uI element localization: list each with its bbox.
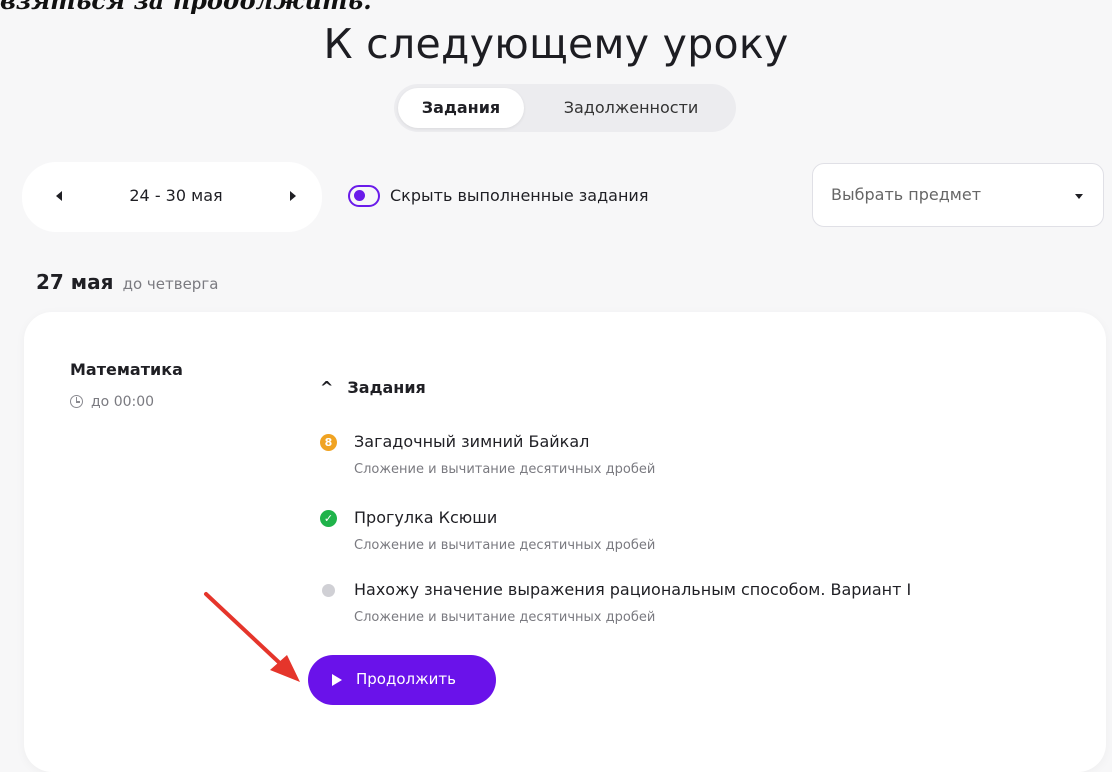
day-note: до четверга: [122, 275, 219, 293]
page-caption: взяться за продолжить.: [0, 0, 372, 15]
day-header: 27 мая до четверга: [36, 270, 218, 294]
tab-assignments[interactable]: Задания: [398, 88, 524, 128]
tasks-collapse-toggle[interactable]: ^ Задания: [320, 378, 426, 397]
clock-icon: [70, 395, 83, 408]
tab-bar: Задания Задолженности: [394, 84, 736, 132]
chevron-down-icon: [1075, 194, 1083, 199]
check-circle-icon: ✓: [320, 510, 337, 527]
task-subtitle: Сложение и вычитание десятичных дробей: [354, 462, 656, 477]
toggle-knob: [354, 190, 365, 201]
day-date: 27 мая: [36, 270, 114, 294]
next-week-icon[interactable]: [290, 191, 296, 201]
subject-select[interactable]: Выбрать предмет: [812, 163, 1104, 227]
prev-week-icon[interactable]: [56, 191, 62, 201]
tab-debts[interactable]: Задолженности: [536, 88, 726, 128]
page-title: К следующему уроку: [323, 20, 789, 68]
play-icon: [332, 674, 342, 686]
deadline: до 00:00: [70, 394, 154, 410]
continue-label: Продолжить: [356, 670, 456, 688]
task-title[interactable]: Прогулка Ксюши: [354, 508, 497, 527]
hide-completed-toggle[interactable]: [348, 185, 380, 207]
task-title[interactable]: Нахожу значение выражения рациональным с…: [354, 580, 911, 599]
deadline-text: до 00:00: [91, 394, 155, 410]
continue-button[interactable]: Продолжить: [308, 655, 496, 705]
task-subtitle: Сложение и вычитание десятичных дробей: [354, 538, 656, 553]
tasks-header: Задания: [347, 378, 426, 397]
week-selector: 24 - 30 мая: [22, 162, 322, 232]
subject-name: Математика: [70, 360, 183, 379]
task-title[interactable]: Загадочный зимний Байкал: [354, 432, 589, 451]
hide-completed-label[interactable]: Скрыть выполненные задания: [390, 186, 648, 205]
subject-select-placeholder: Выбрать предмет: [831, 185, 982, 204]
week-label: 24 - 30 мая: [129, 186, 223, 205]
chevron-up-icon: ^: [320, 378, 334, 397]
medal-icon: 8: [320, 434, 337, 451]
pending-dot-icon: [322, 584, 335, 597]
lesson-card: Математика до 00:00 ^ Задания 8 Загадочны…: [24, 312, 1106, 772]
task-subtitle: Сложение и вычитание десятичных дробей: [354, 610, 656, 625]
